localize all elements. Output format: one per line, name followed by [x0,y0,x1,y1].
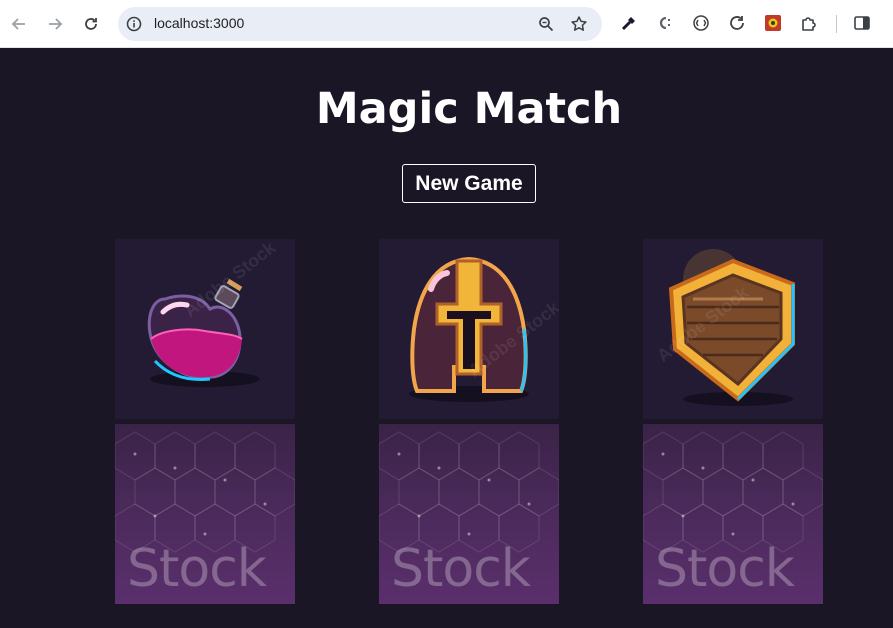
card-back[interactable]: Stock [643,424,823,604]
card-shield[interactable]: Adobe Stock [643,239,823,419]
devtools-extension-icon[interactable] [690,12,712,34]
card-helmet[interactable]: Adobe Stock [379,239,559,419]
extensions-puzzle-icon[interactable] [798,12,820,34]
eyedropper-extension-icon[interactable] [618,12,640,34]
card-back[interactable]: Stock [379,424,559,604]
back-arrow-icon [11,18,25,30]
card-potion[interactable]: Adobe Stock [115,239,295,419]
card-back[interactable]: Stock [115,424,295,604]
zoom-icon[interactable] [538,16,554,32]
page-title: Magic Match [315,84,623,134]
toolbar-divider [836,15,837,33]
browser-toolbar: localhost:3000 [0,0,893,48]
site-info-icon[interactable] [126,16,142,32]
game-extension-icon[interactable] [762,12,784,34]
css-extension-icon[interactable] [654,12,676,34]
card-back-watermark: Stock [391,539,531,599]
potion-icon [147,278,260,387]
card-back-watermark: Stock [127,539,267,599]
forward-button[interactable] [43,12,67,36]
bookmark-star-icon[interactable] [570,15,588,33]
shield-icon [668,249,795,406]
url-text[interactable]: localhost:3000 [154,15,244,31]
forward-arrow-icon [49,18,63,30]
card-back-watermark: Stock [655,539,795,599]
back-button[interactable] [7,12,31,36]
new-game-button[interactable]: New Game [402,164,536,203]
refresh-extension-icon[interactable] [726,12,748,34]
reload-icon [85,18,97,30]
side-panel-icon[interactable] [851,12,873,34]
address-bar[interactable]: localhost:3000 [118,7,602,41]
reload-button[interactable] [79,12,103,36]
